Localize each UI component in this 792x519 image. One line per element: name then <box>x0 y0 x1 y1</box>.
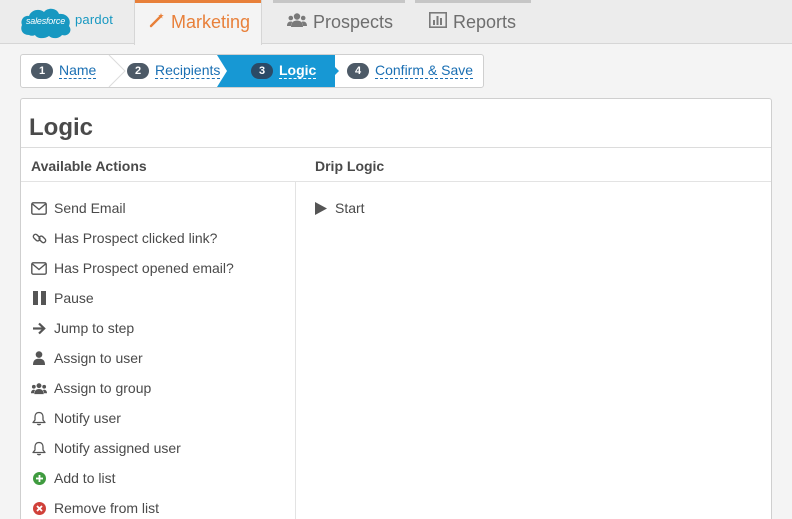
available-actions-list: Send Email Has Prospect clicked link? Ha… <box>31 193 291 519</box>
top-navigation: salesforce pardot Marketing Prospects Re… <box>0 0 792 45</box>
action-label: Add to list <box>54 470 116 486</box>
tab-active-indicator <box>135 0 261 3</box>
action-label: Has Prospect clicked link? <box>54 230 218 246</box>
tab-reports-label: Reports <box>453 11 517 32</box>
logo-pardot-text: pardot <box>75 12 114 27</box>
users-icon <box>287 12 307 33</box>
magic-wand-icon <box>149 12 165 33</box>
action-jump-to-step[interactable]: Jump to step <box>31 313 291 343</box>
step-label: Recipients <box>155 62 221 79</box>
logo-salesforce-text: salesforce <box>26 16 66 26</box>
step-number-badge: 3 <box>251 63 273 79</box>
action-add-to-list[interactable]: Add to list <box>31 463 291 493</box>
action-remove-from-list[interactable]: Remove from list <box>31 493 291 519</box>
divider <box>21 147 771 148</box>
step-number-badge: 4 <box>347 63 369 79</box>
action-assign-to-group[interactable]: Assign to group <box>31 373 291 403</box>
action-label: Pause <box>54 290 94 306</box>
bell-icon <box>31 440 47 456</box>
action-label: Remove from list <box>54 500 160 516</box>
action-label: Notify assigned user <box>54 440 181 456</box>
drip-logic-list: Start <box>315 193 365 223</box>
pardot-logo[interactable]: salesforce pardot <box>19 3 119 39</box>
step-separator-icon <box>108 55 126 87</box>
action-send-email[interactable]: Send Email <box>31 193 291 223</box>
action-has-prospect-clicked-link[interactable]: Has Prospect clicked link? <box>31 223 291 253</box>
action-assign-to-user[interactable]: Assign to user <box>31 343 291 373</box>
plus-circle-icon <box>31 470 47 486</box>
action-label: Jump to step <box>54 320 135 336</box>
group-icon <box>31 380 47 396</box>
step-arrow-head <box>323 55 339 87</box>
remove-circle-icon <box>31 500 47 516</box>
tab-top-bar <box>273 0 405 3</box>
tab-marketing[interactable]: Marketing <box>134 0 262 45</box>
drip-step-label: Start <box>335 200 365 216</box>
action-has-prospect-opened-email[interactable]: Has Prospect opened email? <box>31 253 291 283</box>
action-notify-user[interactable]: Notify user <box>31 403 291 433</box>
envelope-icon <box>31 260 47 276</box>
action-label: Assign to group <box>54 380 152 396</box>
available-actions-header: Available Actions <box>31 158 147 174</box>
bar-chart-icon <box>429 11 447 33</box>
pause-icon <box>31 290 47 306</box>
wizard-steps: 1 Name 2 Recipients 3 Logic 4 Confirm & … <box>20 54 484 88</box>
arrow-right-icon <box>31 320 47 336</box>
link-icon <box>31 230 47 246</box>
step-number-badge: 1 <box>31 63 53 79</box>
tab-top-bar <box>415 0 531 3</box>
column-divider <box>295 182 296 519</box>
tab-reports[interactable]: Reports <box>415 0 531 44</box>
action-pause[interactable]: Pause <box>31 283 291 313</box>
wizard-step-recipients[interactable]: 2 Recipients <box>127 55 221 87</box>
wizard-step-confirm-save[interactable]: 4 Confirm & Save <box>347 55 474 87</box>
panel-title: Logic <box>29 114 93 141</box>
wizard-step-name[interactable]: 1 Name <box>31 55 97 87</box>
action-notify-assigned-user[interactable]: Notify assigned user <box>31 433 291 463</box>
action-label: Has Prospect opened email? <box>54 260 234 276</box>
action-label: Send Email <box>54 200 126 216</box>
tab-prospects-label: Prospects <box>313 11 394 32</box>
divider <box>21 181 771 182</box>
play-icon <box>315 201 328 215</box>
drip-logic-header: Drip Logic <box>315 158 385 174</box>
wizard-step-logic[interactable]: 3 Logic <box>227 55 335 87</box>
tab-prospects[interactable]: Prospects <box>273 0 405 44</box>
logic-panel: Logic Available Actions Drip Logic Send … <box>20 98 772 519</box>
action-label: Notify user <box>54 410 121 426</box>
step-label: Name <box>59 62 97 79</box>
action-label: Assign to user <box>54 350 143 366</box>
drip-step-start[interactable]: Start <box>315 193 365 223</box>
step-number-badge: 2 <box>127 63 149 79</box>
step-label: Confirm & Save <box>375 62 474 79</box>
envelope-icon <box>31 200 47 216</box>
step-label: Logic <box>279 62 317 79</box>
tab-marketing-label: Marketing <box>171 12 251 32</box>
bell-icon <box>31 410 47 426</box>
user-icon <box>31 350 47 366</box>
